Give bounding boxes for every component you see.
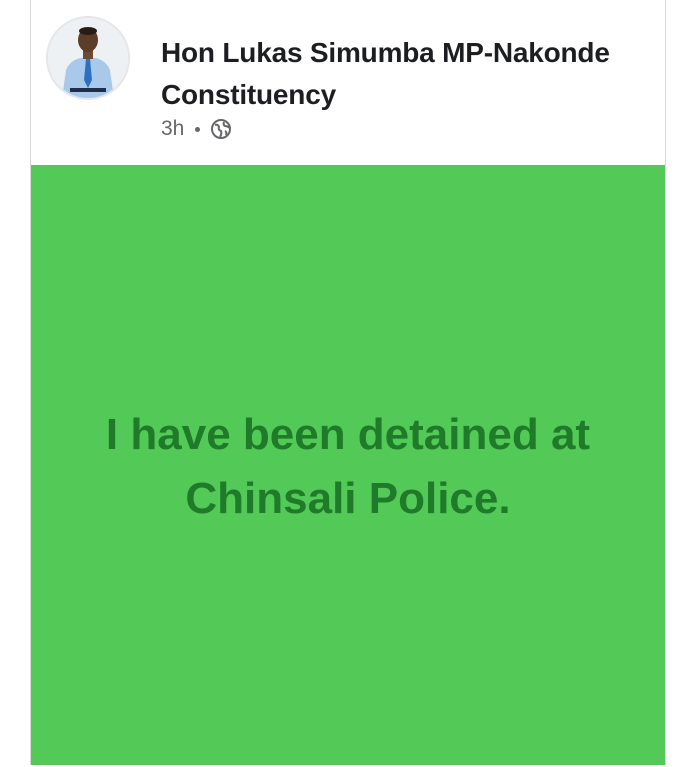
separator-dot [195, 126, 201, 132]
author-name[interactable]: Hon Lukas Simumba MP-Nakonde Constituenc… [161, 32, 641, 116]
globe-icon[interactable] [210, 118, 232, 140]
avatar[interactable] [46, 16, 130, 100]
post-card: Hon Lukas Simumba MP-Nakonde Constituenc… [30, 0, 666, 765]
post-timestamp[interactable]: 3h [161, 117, 184, 141]
profile-photo [48, 18, 128, 98]
post-meta: 3h [161, 117, 232, 141]
post-header: Hon Lukas Simumba MP-Nakonde Constituenc… [31, 0, 665, 165]
post-background: I have been detained at Chinsali Police. [31, 165, 665, 765]
post-text: I have been detained at Chinsali Police. [105, 410, 591, 523]
